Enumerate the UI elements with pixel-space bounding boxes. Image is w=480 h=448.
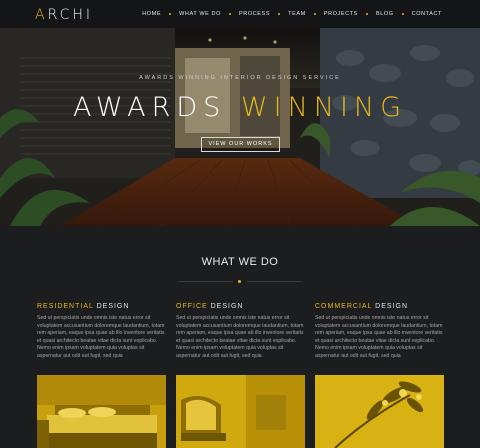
service-heading-accent: COMMERCIAL [315,303,373,310]
nav-contact[interactable]: CONTACT [412,11,442,17]
service-heading: OFFICE DESIGN [176,303,306,310]
hero-banner: AWARDS WINNING INTERIOR DESIGN SERVICE A… [0,28,480,226]
nav-what-we-do[interactable]: WHAT WE DO [179,11,221,17]
site-logo[interactable]: ARCHI [35,7,93,23]
nav-process[interactable]: PROCESS [239,11,270,17]
service-description: Sed ut perspiciatis unde omnis iste natu… [315,315,443,359]
bedroom-photo[interactable] [37,375,166,448]
top-navbar: ARCHI HOME WHAT WE DO PROCESS TEAM PROJE… [0,0,480,28]
nav-separator-dot [401,13,404,15]
service-office: OFFICE DESIGN Sed ut perspiciatis unde o… [176,303,306,448]
nav-home[interactable]: HOME [142,11,161,17]
nav-separator-dot [278,13,281,15]
logo-accent-letter: A [35,7,48,23]
nav-team[interactable]: TEAM [288,11,306,17]
service-description: Sed ut perspiciatis unde omnis iste natu… [176,315,304,359]
nav-separator-dot [169,13,172,15]
nav-separator-dot [313,13,316,15]
divider-line [178,281,233,282]
divider-line [247,281,302,282]
nav-blog[interactable]: BLOG [376,11,394,17]
nav-projects[interactable]: PROJECTS [324,11,358,17]
plant-photo[interactable] [315,375,444,448]
divider-dot [238,280,241,283]
section-title: WHAT WE DO [201,256,279,268]
logo-text: RCHI [47,7,94,23]
hero-subtitle: AWARDS WINNING INTERIOR DESIGN SERVICE [139,75,341,81]
hero-background-photo [0,28,480,226]
view-our-works-button[interactable]: VIEW OUR WORKS [201,137,280,152]
service-heading-rest: DESIGN [375,303,408,310]
hero-title-accent: WINNING [240,92,408,123]
service-heading: RESIDENTIAL DESIGN [37,303,167,310]
service-residential: RESIDENTIAL DESIGN Sed ut perspiciatis u… [37,303,167,448]
office-chair-photo[interactable] [176,375,305,448]
service-heading-rest: DESIGN [96,303,130,310]
service-heading: COMMERCIAL DESIGN [315,303,445,310]
hero-title: AWARDS WINNING [0,92,480,123]
service-description: Sed ut perspiciatis unde omnis iste natu… [37,315,165,359]
service-heading-accent: OFFICE [176,303,208,310]
service-commercial: COMMERCIAL DESIGN Sed ut perspiciatis un… [315,303,445,448]
main-menu: HOME WHAT WE DO PROCESS TEAM PROJECTS BL… [142,11,442,17]
hero-title-white: AWARDS [72,92,227,123]
nav-separator-dot [229,13,231,15]
service-heading-accent: RESIDENTIAL [37,303,94,310]
nav-separator-dot [365,13,368,15]
service-heading-rest: DESIGN [210,303,244,310]
